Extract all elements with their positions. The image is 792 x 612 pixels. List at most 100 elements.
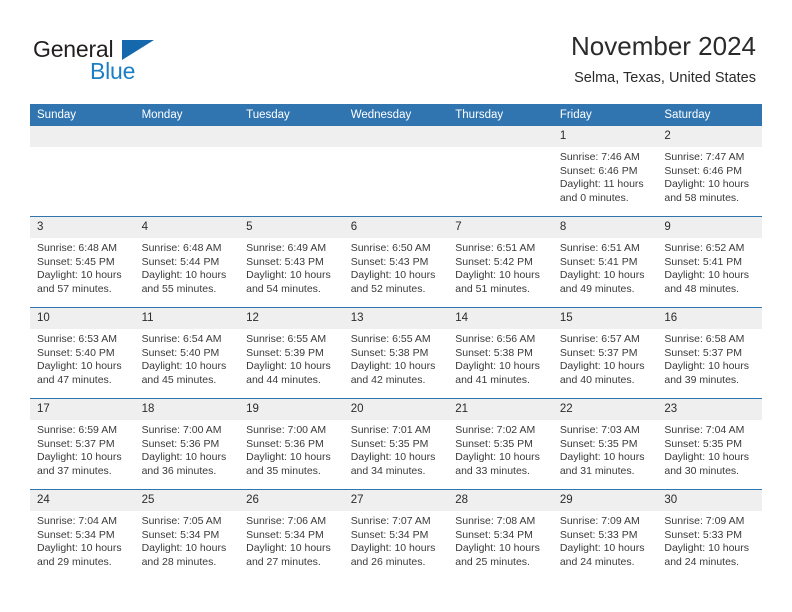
daylight-duration-line1: Daylight: 11 hours [559, 178, 644, 191]
calendar-day-cell[interactable]: 9 Sunrise: 6:52 AM Sunset: 5:41 PM Daylight… [657, 216, 762, 308]
sunrise-time: Sunrise: 6:48 AM [141, 242, 222, 254]
calendar-day-cell[interactable]: 20 Sunrise: 7:01 AM Sunset: 5:35 PM Dayligh… [343, 398, 449, 490]
day-sun-info: Sunrise: 6:50 AM Sunset: 5:43 PM Daylight:… [344, 238, 449, 296]
day-number: 11 [134, 308, 240, 329]
sunrise-time: Sunrise: 7:02 AM [455, 424, 536, 436]
calendar-day-cell[interactable]: 13 Sunrise: 6:55 AM Sunset: 5:38 PM Dayligh… [343, 307, 449, 399]
sunrise-time: Sunrise: 7:46 AM [559, 151, 640, 163]
calendar-day-cell[interactable]: 3 Sunrise: 6:48 AM Sunset: 5:45 PM Daylight… [30, 216, 135, 308]
daylight-duration-line2: and 49 minutes. [559, 282, 635, 295]
sunset-time: Sunset: 5:34 PM [455, 528, 533, 541]
day-number: 29 [552, 490, 658, 511]
calendar-day-cell[interactable]: 2 Sunrise: 7:47 AM Sunset: 6:46 PM Daylight… [657, 126, 762, 217]
calendar-day-cell[interactable]: 19 Sunrise: 7:00 AM Sunset: 5:36 PM Dayligh… [239, 398, 344, 490]
daylight-duration-line1: Daylight: 10 hours [350, 451, 436, 464]
sunrise-time: Sunrise: 7:00 AM [246, 424, 327, 436]
day-sun-info: Sunrise: 6:58 AM Sunset: 5:37 PM Daylight:… [657, 329, 762, 387]
day-number: 12 [239, 308, 344, 329]
daylight-duration-line2: and 36 minutes. [141, 464, 217, 477]
calendar-day-cell[interactable]: 21 Sunrise: 7:02 AM Sunset: 5:35 PM Dayligh… [448, 398, 553, 490]
daylight-duration-line1: Daylight: 10 hours [350, 360, 436, 373]
calendar-day-cell[interactable]: 26 Sunrise: 7:06 AM Sunset: 5:34 PM Dayligh… [239, 489, 344, 580]
day-sun-info: Sunrise: 7:00 AM Sunset: 5:36 PM Daylight:… [239, 420, 344, 478]
weekday-header-tuesday: Tuesday [239, 104, 344, 126]
sunset-time: Sunset: 5:36 PM [246, 437, 324, 450]
day-sun-info: Sunrise: 7:03 AM Sunset: 5:35 PM Daylight:… [553, 420, 658, 478]
calendar-day-cell[interactable]: 29 Sunrise: 7:09 AM Sunset: 5:33 PM Dayligh… [552, 489, 658, 580]
day-number: 4 [134, 217, 240, 238]
calendar-day-cell[interactable]: 14 Sunrise: 6:56 AM Sunset: 5:38 PM Dayligh… [448, 307, 553, 399]
sunset-time: Sunset: 6:46 PM [664, 164, 743, 177]
sunset-time: Sunset: 5:39 PM [246, 346, 324, 359]
daylight-duration-line1: Daylight: 10 hours [455, 542, 540, 555]
calendar-day-cell[interactable]: 10 Sunrise: 6:53 AM Sunset: 5:40 PM Dayligh… [30, 307, 135, 399]
calendar-day-cell[interactable]: 28 Sunrise: 7:08 AM Sunset: 5:34 PM Dayligh… [448, 489, 553, 580]
daylight-duration-line1: Daylight: 10 hours [455, 451, 540, 464]
day-number [448, 126, 553, 147]
day-number: 21 [448, 399, 553, 420]
calendar-day-cell[interactable]: 11 Sunrise: 6:54 AM Sunset: 5:40 PM Dayligh… [134, 307, 240, 399]
calendar-day-cell[interactable]: 23 Sunrise: 7:04 AM Sunset: 5:35 PM Dayligh… [657, 398, 762, 490]
sunrise-time: Sunrise: 7:04 AM [37, 515, 117, 527]
calendar-day-cell[interactable]: 7 Sunrise: 6:51 AM Sunset: 5:42 PM Daylight… [448, 216, 553, 308]
sunset-time: Sunset: 5:40 PM [141, 346, 220, 359]
daylight-duration-line1: Daylight: 10 hours [559, 360, 645, 373]
sunset-time: Sunset: 5:41 PM [664, 255, 743, 268]
calendar-day-cell[interactable]: 27 Sunrise: 7:07 AM Sunset: 5:34 PM Dayligh… [343, 489, 449, 580]
day-sun-info: Sunrise: 7:46 AM Sunset: 6:46 PM Daylight:… [553, 147, 658, 205]
daylight-duration-line1: Daylight: 10 hours [559, 269, 645, 282]
sunset-time: Sunset: 5:35 PM [559, 437, 638, 450]
daylight-duration-line2: and 37 minutes. [37, 464, 112, 477]
day-sun-info: Sunrise: 6:52 AM Sunset: 5:41 PM Daylight:… [657, 238, 762, 296]
day-sun-info: Sunrise: 7:09 AM Sunset: 5:33 PM Daylight:… [553, 511, 658, 569]
day-number: 5 [239, 217, 344, 238]
sunrise-time: Sunrise: 6:50 AM [350, 242, 431, 254]
day-number: 9 [657, 217, 762, 238]
daylight-duration-line1: Daylight: 10 hours [37, 542, 122, 555]
sunset-time: Sunset: 5:33 PM [559, 528, 638, 541]
day-sun-info: Sunrise: 7:02 AM Sunset: 5:35 PM Daylight:… [448, 420, 553, 478]
day-number: 27 [343, 490, 449, 511]
generalblue-logo[interactable]: General Blue [33, 36, 203, 84]
daylight-duration-line1: Daylight: 10 hours [37, 451, 122, 464]
daylight-duration-line1: Daylight: 10 hours [455, 360, 540, 373]
daylight-duration-line2: and 52 minutes. [350, 282, 426, 295]
calendar-day-cell[interactable]: 24 Sunrise: 7:04 AM Sunset: 5:34 PM Dayligh… [30, 489, 135, 580]
daylight-duration-line2: and 28 minutes. [141, 555, 217, 568]
calendar-day-cell[interactable]: 22 Sunrise: 7:03 AM Sunset: 5:35 PM Dayligh… [552, 398, 658, 490]
calendar-day-cell[interactable]: 25 Sunrise: 7:05 AM Sunset: 5:34 PM Dayligh… [134, 489, 240, 580]
day-sun-info: Sunrise: 7:00 AM Sunset: 5:36 PM Daylight:… [135, 420, 240, 478]
sunset-time: Sunset: 5:37 PM [664, 346, 743, 359]
calendar-page: General Blue November 2024 Selma, Texas,… [0, 0, 792, 612]
calendar-day-cell[interactable]: 30 Sunrise: 7:09 AM Sunset: 5:33 PM Dayligh… [657, 489, 762, 580]
sunset-time: Sunset: 5:35 PM [664, 437, 743, 450]
daylight-duration-line2: and 30 minutes. [664, 464, 740, 477]
daylight-duration-line2: and 31 minutes. [559, 464, 635, 477]
calendar-day-cell[interactable]: 17 Sunrise: 6:59 AM Sunset: 5:37 PM Dayligh… [30, 398, 135, 490]
day-number: 23 [657, 399, 762, 420]
daylight-duration-line2: and 40 minutes. [559, 373, 635, 386]
day-number: 6 [343, 217, 449, 238]
calendar-day-cell[interactable]: 8 Sunrise: 6:51 AM Sunset: 5:41 PM Daylight… [552, 216, 658, 308]
day-number: 3 [30, 217, 135, 238]
daylight-duration-line2: and 47 minutes. [37, 373, 112, 386]
day-number [343, 126, 449, 147]
day-sun-info: Sunrise: 6:55 AM Sunset: 5:39 PM Daylight:… [239, 329, 344, 387]
day-number: 1 [552, 126, 658, 147]
calendar-day-cell[interactable]: 16 Sunrise: 6:58 AM Sunset: 5:37 PM Dayligh… [657, 307, 762, 399]
calendar-day-cell[interactable]: 15 Sunrise: 6:57 AM Sunset: 5:37 PM Dayligh… [552, 307, 658, 399]
day-sun-info: Sunrise: 6:57 AM Sunset: 5:37 PM Daylight:… [553, 329, 658, 387]
daylight-duration-line1: Daylight: 10 hours [246, 269, 331, 282]
calendar-day-cell[interactable]: 18 Sunrise: 7:00 AM Sunset: 5:36 PM Dayligh… [134, 398, 240, 490]
daylight-duration-line2: and 41 minutes. [455, 373, 530, 386]
day-number: 14 [448, 308, 553, 329]
calendar-week-row: 17 Sunrise: 6:59 AM Sunset: 5:37 PM Dayligh… [30, 398, 762, 490]
calendar-day-cell[interactable]: 6 Sunrise: 6:50 AM Sunset: 5:43 PM Daylight… [343, 216, 449, 308]
calendar-day-cell[interactable]: 1 Sunrise: 7:46 AM Sunset: 6:46 PM Daylight… [552, 126, 658, 217]
daylight-duration-line1: Daylight: 10 hours [664, 542, 750, 555]
calendar-day-cell[interactable]: 12 Sunrise: 6:55 AM Sunset: 5:39 PM Dayligh… [239, 307, 344, 399]
weekday-header-wednesday: Wednesday [343, 104, 449, 126]
calendar-day-cell[interactable]: 4 Sunrise: 6:48 AM Sunset: 5:44 PM Daylight… [134, 216, 240, 308]
calendar-day-cell[interactable]: 5 Sunrise: 6:49 AM Sunset: 5:43 PM Daylight… [239, 216, 344, 308]
title-block: November 2024 Selma, Texas, United State… [571, 30, 756, 87]
